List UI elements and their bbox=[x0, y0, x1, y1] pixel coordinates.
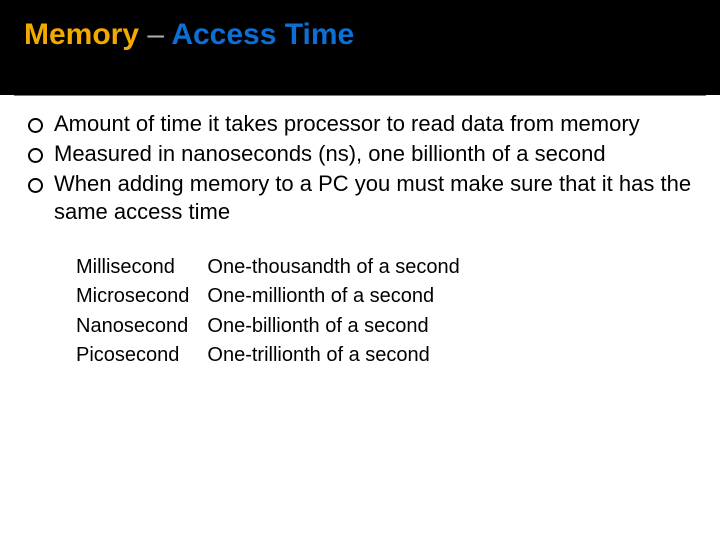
unit-name: Millisecond bbox=[76, 253, 207, 283]
table-row: Millisecond One-thousandth of a second bbox=[76, 253, 468, 283]
title-band: Memory – Access Time bbox=[0, 0, 720, 95]
unit-def: One-trillionth of a second bbox=[207, 341, 467, 371]
title-part-1: Memory bbox=[24, 18, 139, 51]
unit-def: One-thousandth of a second bbox=[207, 253, 467, 283]
table-row: Microsecond One-millionth of a second bbox=[76, 282, 468, 312]
unit-def: One-billionth of a second bbox=[207, 312, 467, 342]
bullet-item: Measured in nanoseconds (ns), one billio… bbox=[26, 140, 694, 168]
slide-title: Memory – Access Time bbox=[24, 18, 696, 51]
bullet-item: When adding memory to a PC you must make… bbox=[26, 170, 694, 226]
title-part-2: Access Time bbox=[171, 18, 354, 51]
units-table: Millisecond One-thousandth of a second M… bbox=[76, 253, 468, 371]
unit-name: Picosecond bbox=[76, 341, 207, 371]
bullet-item: Amount of time it takes processor to rea… bbox=[26, 110, 694, 138]
table-row: Picosecond One-trillionth of a second bbox=[76, 341, 468, 371]
content-area: Amount of time it takes processor to rea… bbox=[0, 96, 720, 371]
unit-name: Microsecond bbox=[76, 282, 207, 312]
unit-name: Nanosecond bbox=[76, 312, 207, 342]
table-row: Nanosecond One-billionth of a second bbox=[76, 312, 468, 342]
units-table-wrap: Millisecond One-thousandth of a second M… bbox=[76, 253, 694, 371]
bullet-list: Amount of time it takes processor to rea… bbox=[26, 110, 694, 227]
title-dash: – bbox=[147, 18, 164, 51]
unit-def: One-millionth of a second bbox=[207, 282, 467, 312]
